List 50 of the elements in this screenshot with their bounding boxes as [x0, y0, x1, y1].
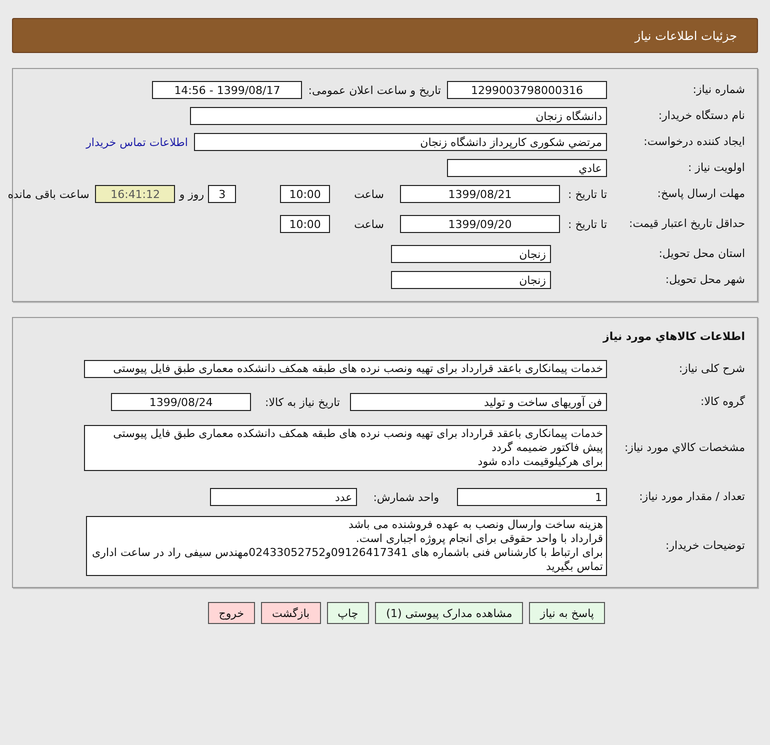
text-area: هزینه ساخت وارسال ونصب به عهده فروشنده می باشد قرارداد با واحد حقوقی برای انجام پروژه اجباری است. برای ارتباط با کارشناس فنی باشماره های 09126417341و02433052752مهندس سیفی راد در ساعت اداری تماس بگیرید [86, 516, 607, 576]
field-label: تا تاریخ : [568, 218, 607, 230]
field-label: واحد شمارش: [373, 490, 439, 504]
value-field: 1399/08/21 [400, 185, 560, 203]
field-label: مشخصات کالاي مورد نياز: [623, 441, 746, 455]
value-field: عدد [210, 488, 358, 506]
text-area: خدمات پیمانکاری باعقد قرارداد برای تهیه ونصب نرده های طبقه همکف دانشکده معماری طبق فایل پیوستی [84, 360, 607, 378]
value-field: زنجان [391, 245, 551, 263]
value-field: دانشگاه زنجان [190, 107, 607, 125]
value-field: مرتضي شکوری کارپرداز دانشگاه زنجان [194, 133, 607, 151]
action-button[interactable]: مشاهده مدارک پیوستی (1) [375, 602, 524, 624]
field-label: ایجاد کننده درخواست: [642, 135, 746, 149]
field-label: اولویت نیاز : [686, 161, 746, 175]
value-field: 1399/08/24 [111, 393, 252, 411]
field-label: روز و [179, 188, 204, 200]
countdown-field: 16:41:12 [95, 185, 176, 203]
field-label: تاریخ نیاز به کالا: [265, 396, 340, 408]
value-field: عادي [447, 159, 607, 177]
field-label: تاریخ و ساعت اعلان عمومی: [308, 84, 441, 96]
field-label: شرح کلی نیاز: [678, 362, 746, 376]
field-label: شهر محل تحویل: [664, 273, 746, 287]
action-button[interactable]: پاسخ به نیاز [529, 602, 605, 624]
field-label: حداقل تاریخ اعتبار قیمت: [628, 217, 746, 231]
value-field: 1399/09/20 [400, 215, 560, 233]
value-field: 1 [457, 488, 607, 506]
field-label: تعداد / مقدار مورد نیاز: [638, 490, 746, 504]
field-label: استان محل تحویل: [658, 247, 746, 261]
value-field: 10:00 [280, 215, 330, 233]
section-title: اطلاعات کالاهاي مورد نياز [603, 329, 746, 345]
action-button[interactable]: خروج [208, 602, 256, 624]
page-title: جزئیات اطلاعات نیاز [634, 28, 737, 42]
field-label: مهلت ارسال پاسخ: [656, 187, 746, 201]
value-field: 1299003798000316 [447, 81, 607, 99]
field-label: ساعت باقی مانده [8, 188, 90, 200]
value-field: فن آوریهای ساخت و تولید [350, 393, 607, 411]
value-field: 10:00 [280, 185, 330, 203]
field-label: تا تاریخ : [568, 188, 607, 200]
field-label: توضیحات خریدار: [664, 539, 746, 553]
action-button[interactable]: بازگشت [261, 602, 321, 624]
value-field: زنجان [391, 271, 551, 289]
contact-link[interactable]: اطلاعات تماس خریدار [86, 136, 188, 148]
text-area: خدمات پیمانکاری باعقد قرارداد برای تهیه ونصب نرده های طبقه همکف دانشکده معماری طبق فایل پیوستی پیش فاکتور ضمیمه گردد برای هرکیلوقیمت داده شود [84, 425, 607, 471]
field-label: گروه کالا: [700, 395, 746, 409]
field-label: نام دستگاه خریدار: [657, 109, 746, 123]
value-field: 1399/08/17 - 14:56 [152, 81, 302, 99]
field-label: ساعت [354, 188, 384, 200]
value-field: 3 [208, 185, 236, 203]
field-label: شماره نیاز: [692, 83, 746, 97]
action-button[interactable]: چاپ [326, 602, 370, 624]
field-label: ساعت [354, 218, 384, 230]
